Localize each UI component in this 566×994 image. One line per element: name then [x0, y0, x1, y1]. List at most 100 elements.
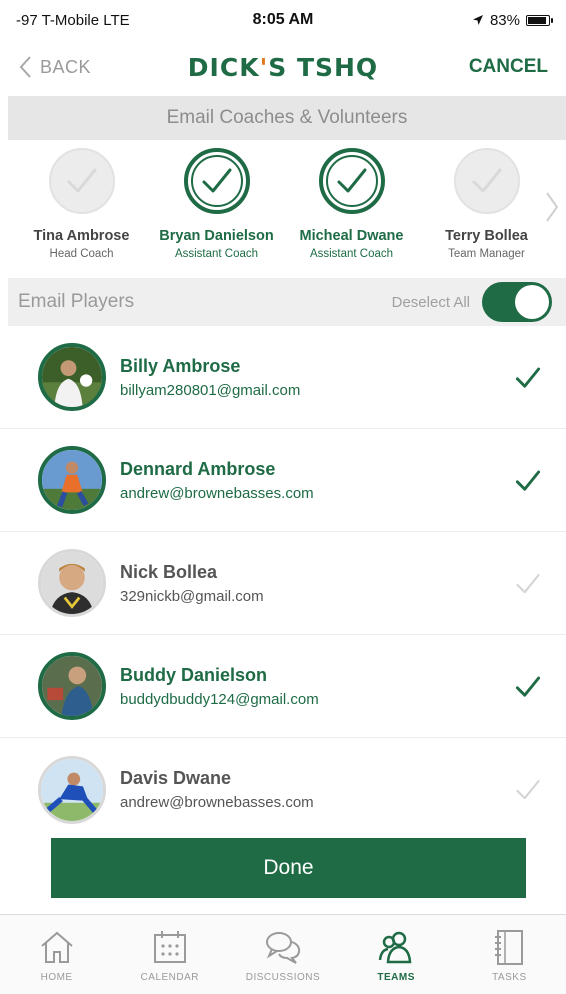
player-avatar: [38, 343, 106, 411]
toggle-knob: [515, 285, 549, 319]
coach-item[interactable]: Terry Bollea Team Manager: [419, 148, 554, 274]
checkmark-icon: [515, 470, 541, 491]
logo-text-1: DICK: [187, 52, 260, 82]
player-row[interactable]: Billy Ambrose billyam280801@gmail.com: [0, 326, 566, 429]
coach-item[interactable]: Micheal Dwane Assistant Coach: [284, 148, 419, 274]
player-text: Billy Ambrose billyam280801@gmail.com: [120, 356, 300, 399]
status-time: 8:05 AM: [252, 11, 314, 28]
coaches-row: Tina Ambrose Head Coach Bryan Danielson Ass…: [0, 148, 566, 274]
tab-calendar[interactable]: CALENDAR: [120, 926, 220, 983]
battery-icon: [525, 14, 553, 26]
coach-item[interactable]: Tina Ambrose Head Coach: [14, 148, 149, 274]
battery-fill: [527, 16, 547, 24]
back-label: BACK: [40, 56, 92, 77]
player-name: Davis Dwane: [120, 768, 232, 788]
nav-bar: BACK DICK'S TSHQ CANCEL: [0, 40, 566, 94]
player-text: Nick Bollea 329nickb@gmail.com: [120, 562, 264, 605]
teams-icon: [378, 931, 412, 964]
checkmark-icon: [515, 676, 541, 697]
back-button[interactable]: BACK: [18, 55, 158, 79]
avatar-photo: [42, 656, 102, 716]
player-list: Billy Ambrose billyam280801@gmail.com Denn…: [0, 326, 566, 841]
player-select-check[interactable]: [510, 772, 546, 808]
tab-discussions[interactable]: DISCUSSIONS: [233, 926, 333, 983]
deselect-all-label: Deselect All: [391, 293, 470, 311]
player-email: buddydbuddy124@gmail.com: [120, 690, 319, 708]
player-name: Dennard Ambrose: [120, 458, 276, 479]
coach-select-circle[interactable]: [48, 148, 115, 214]
player-row[interactable]: Nick Bollea 329nickb@gmail.com: [0, 532, 566, 635]
coach-select-circle[interactable]: [183, 148, 250, 214]
avatar-photo: [41, 758, 103, 821]
player-text: Buddy Danielson buddydbuddy124@gmail.com: [120, 665, 319, 708]
checkmark-icon: [472, 168, 501, 193]
checkmark-icon: [67, 168, 96, 193]
checkmark-icon: [516, 573, 540, 594]
coach-name: Terry Bollea: [445, 228, 528, 244]
coach-select-inner: [190, 155, 243, 207]
avatar-photo: [41, 552, 103, 614]
coach-role: Assistant Coach: [309, 248, 394, 260]
deselect-all-control: Deselect All: [392, 282, 552, 322]
carrier-label: -97 T-Mobile LTE: [16, 11, 130, 29]
location-arrow-icon: [472, 15, 483, 25]
tab-label: CALENDAR: [140, 972, 200, 983]
player-row[interactable]: Buddy Danielson buddydbuddy124@gmail.com: [0, 635, 566, 738]
deselect-all-toggle[interactable]: [482, 282, 552, 322]
tab-teams[interactable]: TEAMS: [346, 926, 446, 983]
player-avatar: [38, 549, 106, 617]
app-logo: DICK'S TSHQ: [188, 53, 378, 82]
discussions-icon: [265, 932, 301, 964]
tab-label: HOME: [40, 972, 73, 983]
calendar-icon: [153, 931, 186, 963]
players-section-title: Email Players: [18, 291, 135, 312]
player-name: Buddy Danielson: [120, 664, 268, 685]
cancel-button[interactable]: CANCEL: [408, 56, 548, 78]
chevron-right-icon[interactable]: [544, 190, 560, 224]
player-avatar: [38, 755, 106, 824]
player-avatar: [38, 446, 106, 514]
tab-label: TEAMS: [377, 972, 415, 983]
coach-role: Assistant Coach: [174, 248, 259, 260]
coach-item[interactable]: Bryan Danielson Assistant Coach: [149, 148, 284, 274]
player-email: andrew@brownebasses.com: [120, 484, 314, 502]
player-text: Dennard Ambrose andrew@brownebasses.com: [120, 459, 314, 502]
status-bar: -97 T-Mobile LTE 8:05 AM 83%: [0, 0, 566, 40]
checkmark-icon: [516, 779, 540, 800]
player-name: Nick Bollea: [120, 561, 218, 582]
player-email: 329nickb@gmail.com: [120, 587, 264, 605]
coach-name: Bryan Danielson: [159, 228, 274, 244]
tasks-icon: [495, 930, 524, 965]
tab-tasks[interactable]: TASKS: [459, 926, 559, 983]
tab-label: DISCUSSIONS: [245, 972, 321, 983]
coach-select-circle[interactable]: [453, 148, 520, 214]
player-name: Billy Ambrose: [120, 355, 241, 376]
avatar-photo: [42, 450, 102, 510]
player-select-check[interactable]: [510, 463, 546, 499]
coach-role: Team Manager: [448, 248, 525, 260]
player-email: andrew@brownebasses.com: [120, 794, 314, 811]
coach-role: Head Coach: [49, 248, 114, 260]
player-select-check[interactable]: [510, 360, 546, 396]
battery-percent: 83%: [489, 11, 520, 29]
tab-bar: HOME CALENDAR DISCUSSIONS TEAMS TASKS: [0, 914, 566, 994]
done-button[interactable]: Done: [51, 838, 526, 898]
player-email: billyam280801@gmail.com: [120, 381, 301, 399]
coach-select-inner: [325, 155, 378, 207]
status-right: 83%: [370, 11, 553, 29]
player-row[interactable]: Davis Dwane andrew@brownebasses.com: [0, 738, 566, 841]
checkmark-icon: [337, 168, 366, 193]
player-select-check[interactable]: [510, 669, 546, 705]
avatar-photo: [42, 347, 102, 407]
checkmark-icon: [515, 367, 541, 388]
coach-select-circle[interactable]: [318, 148, 385, 214]
player-text: Davis Dwane andrew@brownebasses.com: [120, 768, 314, 811]
tab-home[interactable]: HOME: [7, 926, 107, 983]
coach-name: Tina Ambrose: [33, 228, 130, 244]
checkmark-icon: [202, 168, 231, 193]
coach-name: Micheal Dwane: [299, 228, 404, 244]
player-row[interactable]: Dennard Ambrose andrew@brownebasses.com: [0, 429, 566, 532]
player-avatar: [38, 652, 106, 720]
player-select-check[interactable]: [510, 566, 546, 602]
coaches-section-header: Email Coaches & Volunteers: [8, 96, 566, 140]
